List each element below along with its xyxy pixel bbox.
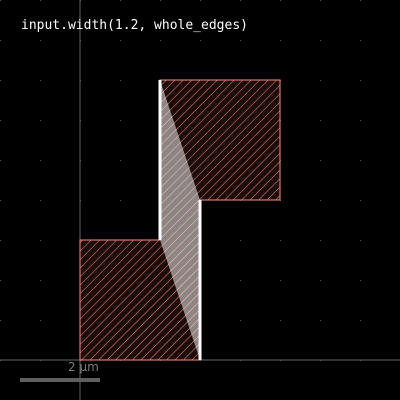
grid-dot <box>160 0 161 1</box>
grid-dot <box>320 280 321 281</box>
scale-bar <box>20 378 100 382</box>
grid-dot <box>360 80 361 81</box>
grid-dot <box>280 320 281 321</box>
grid-dot <box>360 200 361 201</box>
grid-dot <box>360 160 361 161</box>
grid-dot <box>40 200 41 201</box>
grid-dot <box>40 120 41 121</box>
grid-dot <box>0 240 1 241</box>
grid-dot <box>120 80 121 81</box>
grid-dot <box>40 320 41 321</box>
grid-dot <box>120 0 121 1</box>
grid-dot <box>0 200 1 201</box>
grid-dot <box>240 320 241 321</box>
grid-dot <box>0 0 1 1</box>
grid-dot <box>320 0 321 1</box>
grid-dot <box>360 0 361 1</box>
grid-dot <box>200 40 201 41</box>
grid-dot <box>240 40 241 41</box>
grid-dot <box>40 40 41 41</box>
grid-dot <box>0 40 1 41</box>
grid-dot <box>0 120 1 121</box>
grid-dot <box>120 120 121 121</box>
grid-dot <box>0 280 1 281</box>
grid-dot <box>280 280 281 281</box>
grid-dot <box>120 160 121 161</box>
grid-dot <box>360 120 361 121</box>
grid-dot <box>120 200 121 201</box>
grid-dot <box>320 40 321 41</box>
grid-dot <box>320 200 321 201</box>
grid-dot <box>360 280 361 281</box>
grid-dot <box>360 40 361 41</box>
grid-dot <box>280 0 281 1</box>
grid-dot <box>360 320 361 321</box>
grid-dot <box>320 320 321 321</box>
grid-dot <box>320 80 321 81</box>
grid-dot <box>0 80 1 81</box>
grid-dot <box>40 80 41 81</box>
grid-dot <box>240 240 241 241</box>
grid-dot <box>0 160 1 161</box>
grid-dot <box>320 120 321 121</box>
grid-dot <box>320 160 321 161</box>
grid-dot <box>240 0 241 1</box>
page-title: input.width(1.2, whole_edges) <box>21 18 248 33</box>
grid-dot <box>280 240 281 241</box>
scale-bar-label: 2 µm <box>68 360 99 374</box>
grid-dot <box>280 40 281 41</box>
grid-dot <box>160 40 161 41</box>
layout-canvas <box>0 0 400 400</box>
grid-dot <box>40 0 41 1</box>
grid-dot <box>40 240 41 241</box>
grid-dot <box>320 240 321 241</box>
grid-dot <box>200 0 201 1</box>
grid-dot <box>0 320 1 321</box>
grid-dot <box>40 160 41 161</box>
grid-dot <box>40 280 41 281</box>
grid-dot <box>360 240 361 241</box>
grid-dot <box>240 280 241 281</box>
grid-dot <box>120 40 121 41</box>
